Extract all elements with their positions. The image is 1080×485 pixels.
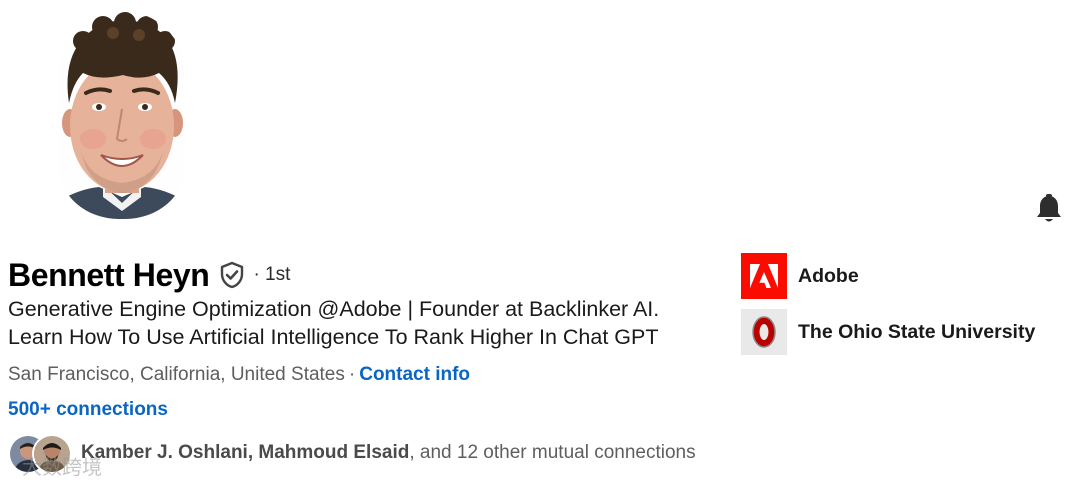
headline-line-2: Learn How To Use Artificial Intelligence… — [8, 325, 659, 349]
profile-location: San Francisco, California, United States — [8, 364, 345, 385]
org-name: The Ohio State University — [798, 320, 1036, 343]
mutual-connections-text: Kamber J. Oshlani, Mahmoud Elsaid, and 1… — [81, 442, 696, 464]
verified-shield-icon[interactable] — [218, 261, 246, 289]
connections-link[interactable]: 500+ connections — [8, 398, 168, 422]
watermark: 大数跨境 — [22, 457, 102, 479]
profile-card: Bennett Heyn · 1st Generative Engine Opt… — [0, 0, 1080, 485]
location-row: San Francisco, California, United States… — [8, 363, 470, 387]
adobe-logo — [741, 253, 787, 299]
profile-avatar[interactable] — [59, 11, 185, 219]
profile-name: Bennett Heyn — [8, 256, 210, 293]
contact-info-link[interactable]: Contact info — [359, 364, 470, 385]
profile-photo — [59, 12, 185, 219]
separator-dot: · — [348, 364, 356, 385]
org-name: Adobe — [798, 264, 859, 287]
name-row: Bennett Heyn · 1st — [8, 254, 290, 296]
headline-line-1: Generative Engine Optimization @Adobe | … — [8, 297, 660, 321]
mutual-connections[interactable]: Kamber J. Oshlani, Mahmoud Elsaid, and 1… — [8, 433, 696, 474]
org-ohio-state[interactable]: The Ohio State University — [741, 309, 1035, 355]
mutual-connection-names: Kamber J. Oshlani, Mahmoud Elsaid — [81, 442, 410, 463]
org-adobe[interactable]: Adobe — [741, 253, 859, 299]
connection-degree: · 1st — [253, 264, 291, 285]
mutual-connections-suffix: , and 12 other mutual connections — [409, 442, 696, 463]
bell-icon[interactable] — [1033, 193, 1065, 225]
ohio-state-logo — [741, 309, 787, 355]
profile-headline: Generative Engine Optimization @Adobe | … — [8, 295, 728, 351]
